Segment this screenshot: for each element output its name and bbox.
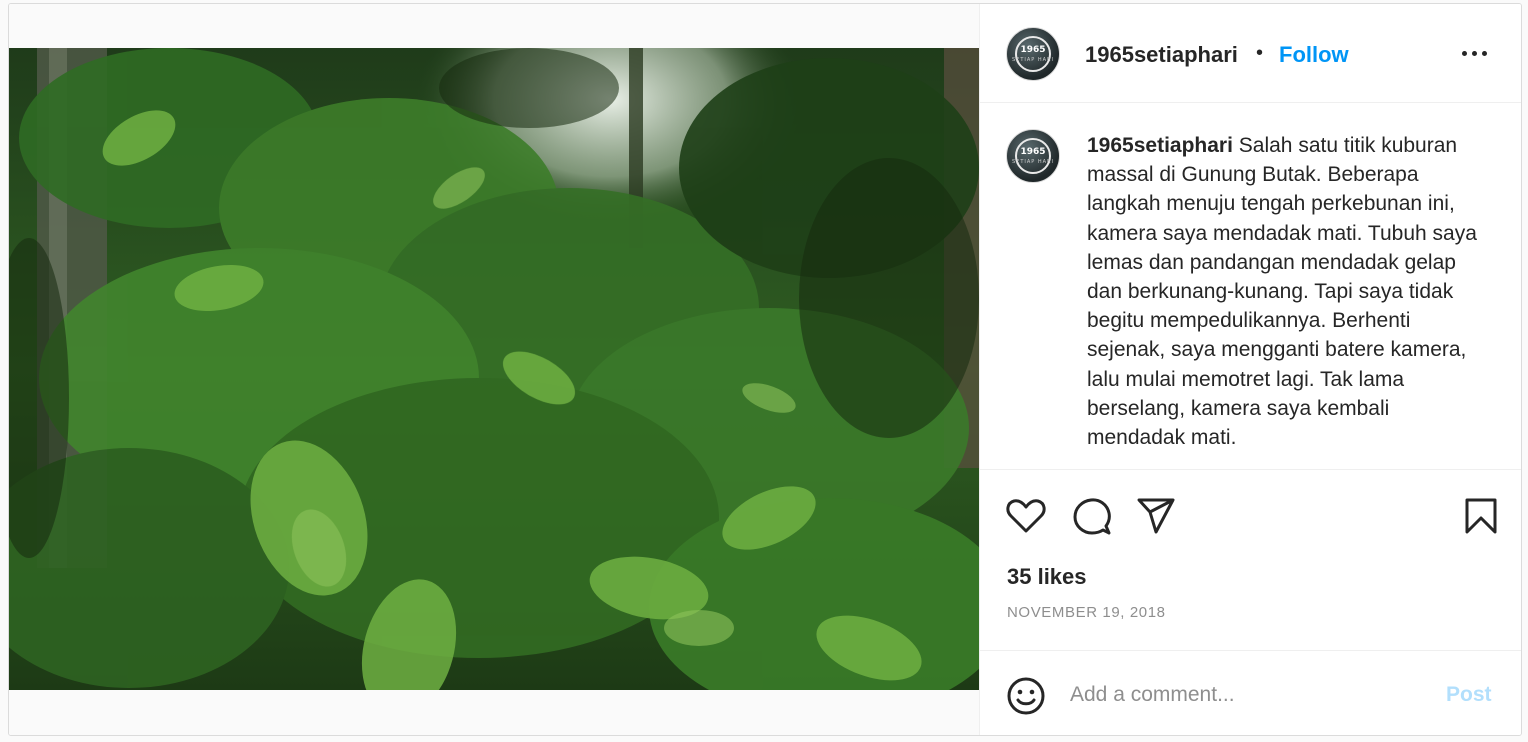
post-image[interactable] xyxy=(9,48,979,690)
likes-count[interactable]: 35 likes xyxy=(1007,564,1087,590)
comment-bar: Post xyxy=(980,652,1521,735)
caption-text: 1965setiaphari Salah satu titik kuburan … xyxy=(1087,131,1487,452)
caption-username[interactable]: 1965setiaphari xyxy=(1087,134,1233,157)
comment-icon[interactable] xyxy=(1072,496,1112,541)
separator-dot: • xyxy=(1256,42,1264,64)
caption-section: 1965 SETIAP HARI 1965setiaphari Salah sa… xyxy=(980,104,1521,470)
share-icon[interactable] xyxy=(1136,497,1176,540)
action-section: 35 likes NOVEMBER 19, 2018 xyxy=(980,471,1521,651)
caption-avatar[interactable]: 1965 SETIAP HARI xyxy=(1006,129,1060,183)
user-avatar[interactable]: 1965 SETIAP HARI xyxy=(1006,27,1060,81)
avatar-subtitle: SETIAP HARI xyxy=(1011,159,1054,165)
caption-body: Salah satu titik kuburan massal di Gunun… xyxy=(1087,134,1477,450)
avatar-year: 1965 xyxy=(1020,147,1046,157)
bookmark-icon[interactable] xyxy=(1464,497,1498,540)
post-header: 1965 SETIAP HARI 1965setiaphari • Follow xyxy=(980,4,1521,103)
comment-input[interactable] xyxy=(1070,680,1430,710)
heart-icon[interactable] xyxy=(1006,498,1046,539)
more-horizontal-icon[interactable] xyxy=(1458,37,1494,67)
emoji-icon[interactable] xyxy=(1006,676,1046,721)
post-sidebar: 1965 SETIAP HARI 1965setiaphari • Follow… xyxy=(979,4,1521,735)
avatar-subtitle: SETIAP HARI xyxy=(1011,57,1054,63)
follow-button[interactable]: Follow xyxy=(1279,42,1349,68)
post-date[interactable]: NOVEMBER 19, 2018 xyxy=(1007,604,1166,621)
username-link[interactable]: 1965setiaphari xyxy=(1085,42,1238,68)
avatar-year: 1965 xyxy=(1020,45,1046,55)
post-modal: 1965 SETIAP HARI 1965setiaphari • Follow… xyxy=(8,3,1522,736)
post-comment-button[interactable]: Post xyxy=(1446,683,1492,707)
media-panel xyxy=(9,4,979,735)
